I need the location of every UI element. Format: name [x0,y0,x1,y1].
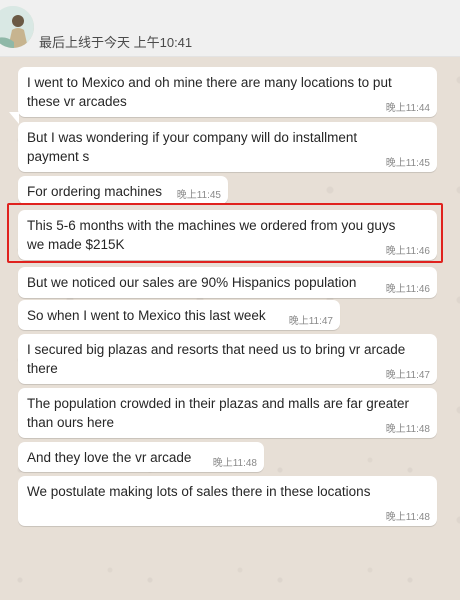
message-text: The population crowded in their plazas a… [27,396,409,430]
message-time: 晚上11:48 [212,458,257,469]
message-bubble[interactable]: And they love the vr arcade 晚上11:48 [18,442,264,472]
message-time: 晚上11:48 [385,424,430,435]
message-text: But we noticed our sales are 90% Hispani… [27,275,357,290]
message-text: So when I went to Mexico this last week [27,308,266,323]
message-bubble[interactable]: But I was wondering if your company will… [18,122,437,172]
message-text: But I was wondering if your company will… [27,130,358,164]
message-bubble[interactable]: I went to Mexico and oh mine there are m… [18,67,437,117]
message-time: 晚上11:45 [176,190,221,201]
message-time: 晚上11:45 [385,158,430,169]
message-bubble[interactable]: But we noticed our sales are 90% Hispani… [18,267,437,298]
bubble-tail-icon [9,112,19,124]
last-seen-status: 最后上线于今天 上午10:41 [39,35,193,50]
highlight-annotation [7,203,443,263]
message-time: 晚上11:47 [385,370,430,381]
message-time: 晚上11:44 [385,103,430,114]
message-bubble[interactable]: For ordering machines 晚上11:45 [18,176,228,204]
message-bubble[interactable]: I secured big plazas and resorts that ne… [18,334,437,384]
message-list[interactable]: I went to Mexico and oh mine there are m… [0,56,460,600]
message-bubble[interactable]: So when I went to Mexico this last week … [18,300,340,330]
message-text: We postulate making lots of sales there … [27,484,371,499]
message-bubble[interactable]: The population crowded in their plazas a… [18,388,437,438]
message-time: 晚上11:47 [288,316,333,327]
message-text: I secured big plazas and resorts that ne… [27,342,406,376]
message-time: 晚上11:46 [385,284,430,295]
message-text: I went to Mexico and oh mine there are m… [27,75,392,109]
message-time: 晚上11:48 [385,512,430,523]
chat-header[interactable]: 最后上线于今天 上午10:41 [0,0,460,57]
message-bubble[interactable]: We postulate making lots of sales there … [18,476,437,526]
contact-avatar[interactable] [0,6,34,48]
